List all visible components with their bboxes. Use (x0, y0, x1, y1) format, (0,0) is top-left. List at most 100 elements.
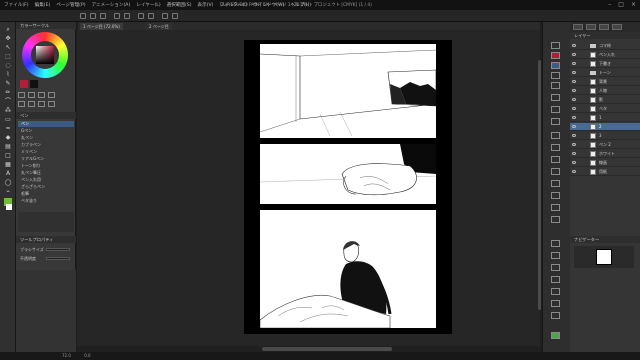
frame-tool-icon[interactable]: ▦ (4, 161, 12, 168)
current-color-swatch[interactable] (20, 80, 28, 88)
close-icon[interactable]: × (631, 1, 636, 8)
clip-icon[interactable] (551, 276, 560, 283)
visibility-eye-icon[interactable] (572, 152, 576, 155)
subtool-gpen-icon[interactable] (18, 101, 25, 107)
menu-animation[interactable]: アニメーション(A) (92, 2, 131, 8)
visibility-eye-icon[interactable] (572, 80, 576, 83)
transform-icon[interactable] (148, 13, 154, 19)
blend-tool-icon[interactable]: ≈ (4, 125, 12, 132)
layer-row[interactable]: ホワイト (570, 150, 640, 158)
menu-selection[interactable]: 選択範囲(S) (167, 2, 192, 8)
layer-row[interactable]: コマ枠 (570, 42, 640, 50)
ruler-panel-icon[interactable] (551, 252, 560, 259)
clear-icon[interactable] (138, 13, 144, 19)
eyedropper-tool-icon[interactable]: ⌇ (4, 71, 12, 78)
menu-page[interactable]: ページ管理(P) (56, 2, 85, 8)
color-set-icon[interactable] (551, 62, 560, 69)
visibility-eye-icon[interactable] (572, 62, 576, 65)
layer-row[interactable]: ベタ (570, 105, 640, 113)
zoom-tool-icon[interactable]: ⌕ (4, 26, 12, 33)
layer-row-selected[interactable]: 2 (570, 123, 640, 131)
minimize-icon[interactable]: – (608, 1, 611, 8)
opacity-slider[interactable] (46, 257, 70, 260)
tool-settings-icon[interactable] (551, 216, 560, 223)
subtool-settings-icon[interactable] (48, 92, 55, 98)
lock-icon[interactable] (551, 264, 560, 271)
manga-panel-2[interactable] (260, 144, 436, 204)
sub-color-swatch[interactable] (6, 204, 12, 210)
material-icon[interactable] (551, 42, 560, 49)
horizontal-scroll-thumb[interactable] (262, 347, 392, 351)
layer-row[interactable]: 3 (570, 132, 640, 140)
visibility-eye-icon[interactable] (572, 134, 576, 137)
layer-property-icon[interactable] (551, 132, 560, 139)
color-history-icon[interactable] (551, 52, 560, 59)
brush-item[interactable]: ペン入れ用 (18, 177, 74, 183)
new-file-icon[interactable] (80, 13, 86, 19)
figure-tool-icon[interactable]: □ (4, 152, 12, 159)
ruler-icon[interactable] (172, 13, 178, 19)
draft-icon[interactable] (551, 300, 560, 307)
subtool-kabura-icon[interactable] (38, 101, 45, 107)
brush-item[interactable]: トーン削り (18, 163, 74, 169)
saturation-value-square[interactable] (36, 46, 54, 64)
subtool-effect-icon[interactable] (38, 92, 45, 98)
lasso-tool-icon[interactable]: ◌ (4, 62, 12, 69)
redo-icon[interactable] (124, 13, 130, 19)
visibility-eye-icon[interactable] (572, 125, 576, 128)
color-wheel[interactable] (22, 32, 68, 78)
airbrush-tool-icon[interactable]: ⁂ (4, 107, 12, 114)
brush-tool-icon[interactable]: ⌒ (4, 98, 12, 105)
visibility-eye-icon[interactable] (572, 143, 576, 146)
layer-search-icon[interactable] (551, 144, 560, 151)
subtool-marker-icon[interactable] (28, 92, 35, 98)
menu-view[interactable]: 表示(V) (198, 2, 214, 8)
manga-panel-1[interactable] (260, 44, 436, 138)
layer-row[interactable]: 用紙 (570, 168, 640, 176)
layer-row[interactable]: 影 (570, 96, 640, 104)
auto-action-icon[interactable] (551, 180, 560, 187)
pencil-tool-icon[interactable]: ✏ (4, 89, 12, 96)
auto-action-tab-icon[interactable] (612, 24, 622, 30)
history-icon[interactable] (551, 168, 560, 175)
brush-item[interactable]: 毛筆 (18, 191, 74, 197)
tab-page-2[interactable]: 2 ページ目 (146, 23, 172, 30)
zoom-value[interactable]: 72.0 (62, 353, 71, 358)
menu-file[interactable]: ファイル(F) (4, 2, 29, 8)
maximize-icon[interactable]: □ (618, 1, 624, 8)
undo-icon[interactable] (114, 13, 120, 19)
layer-row[interactable]: 背景 (570, 78, 640, 86)
gradient-tool-icon[interactable]: ▤ (4, 143, 12, 150)
pen-tool-icon[interactable]: ✎ (4, 80, 12, 87)
brush-item[interactable]: ペン (18, 121, 74, 127)
open-file-icon[interactable] (90, 13, 96, 19)
save-icon[interactable] (100, 13, 106, 19)
layer-row[interactable]: 下書き (570, 60, 640, 68)
visibility-eye-icon[interactable] (572, 116, 576, 119)
brush-item[interactable]: 丸ペン (18, 135, 74, 141)
brush-item[interactable]: リアルGペン (18, 156, 74, 162)
animation-icon[interactable] (551, 156, 560, 163)
fill-tool-icon[interactable]: ◆ (4, 134, 12, 141)
layer-row[interactable]: ペン 2 (570, 141, 640, 149)
layer-row[interactable]: 線画 (570, 159, 640, 167)
color-green-icon[interactable] (551, 332, 560, 339)
black-color-swatch[interactable] (30, 80, 38, 88)
brush-size-slider[interactable] (46, 248, 70, 251)
reference-icon[interactable] (551, 288, 560, 295)
mask-icon[interactable] (551, 240, 560, 247)
eraser-tool-icon[interactable]: ▭ (4, 116, 12, 123)
balloon-tool-icon[interactable]: ◯ (4, 179, 12, 186)
brush-item[interactable]: 丸ペン筆圧 (18, 170, 74, 176)
layer-row[interactable]: 1 (570, 114, 640, 122)
intermediate-color-icon[interactable] (551, 72, 560, 79)
info-icon[interactable] (551, 118, 560, 125)
visibility-eye-icon[interactable] (572, 170, 576, 173)
visibility-eye-icon[interactable] (572, 89, 576, 92)
layer-tab-icon[interactable] (573, 24, 583, 30)
visibility-eye-icon[interactable] (572, 98, 576, 101)
brush-item[interactable]: カブラペン (18, 142, 74, 148)
move-tool-icon[interactable]: ✥ (4, 35, 12, 42)
visibility-eye-icon[interactable] (572, 71, 576, 74)
brush-item[interactable]: Gペン (18, 128, 74, 134)
